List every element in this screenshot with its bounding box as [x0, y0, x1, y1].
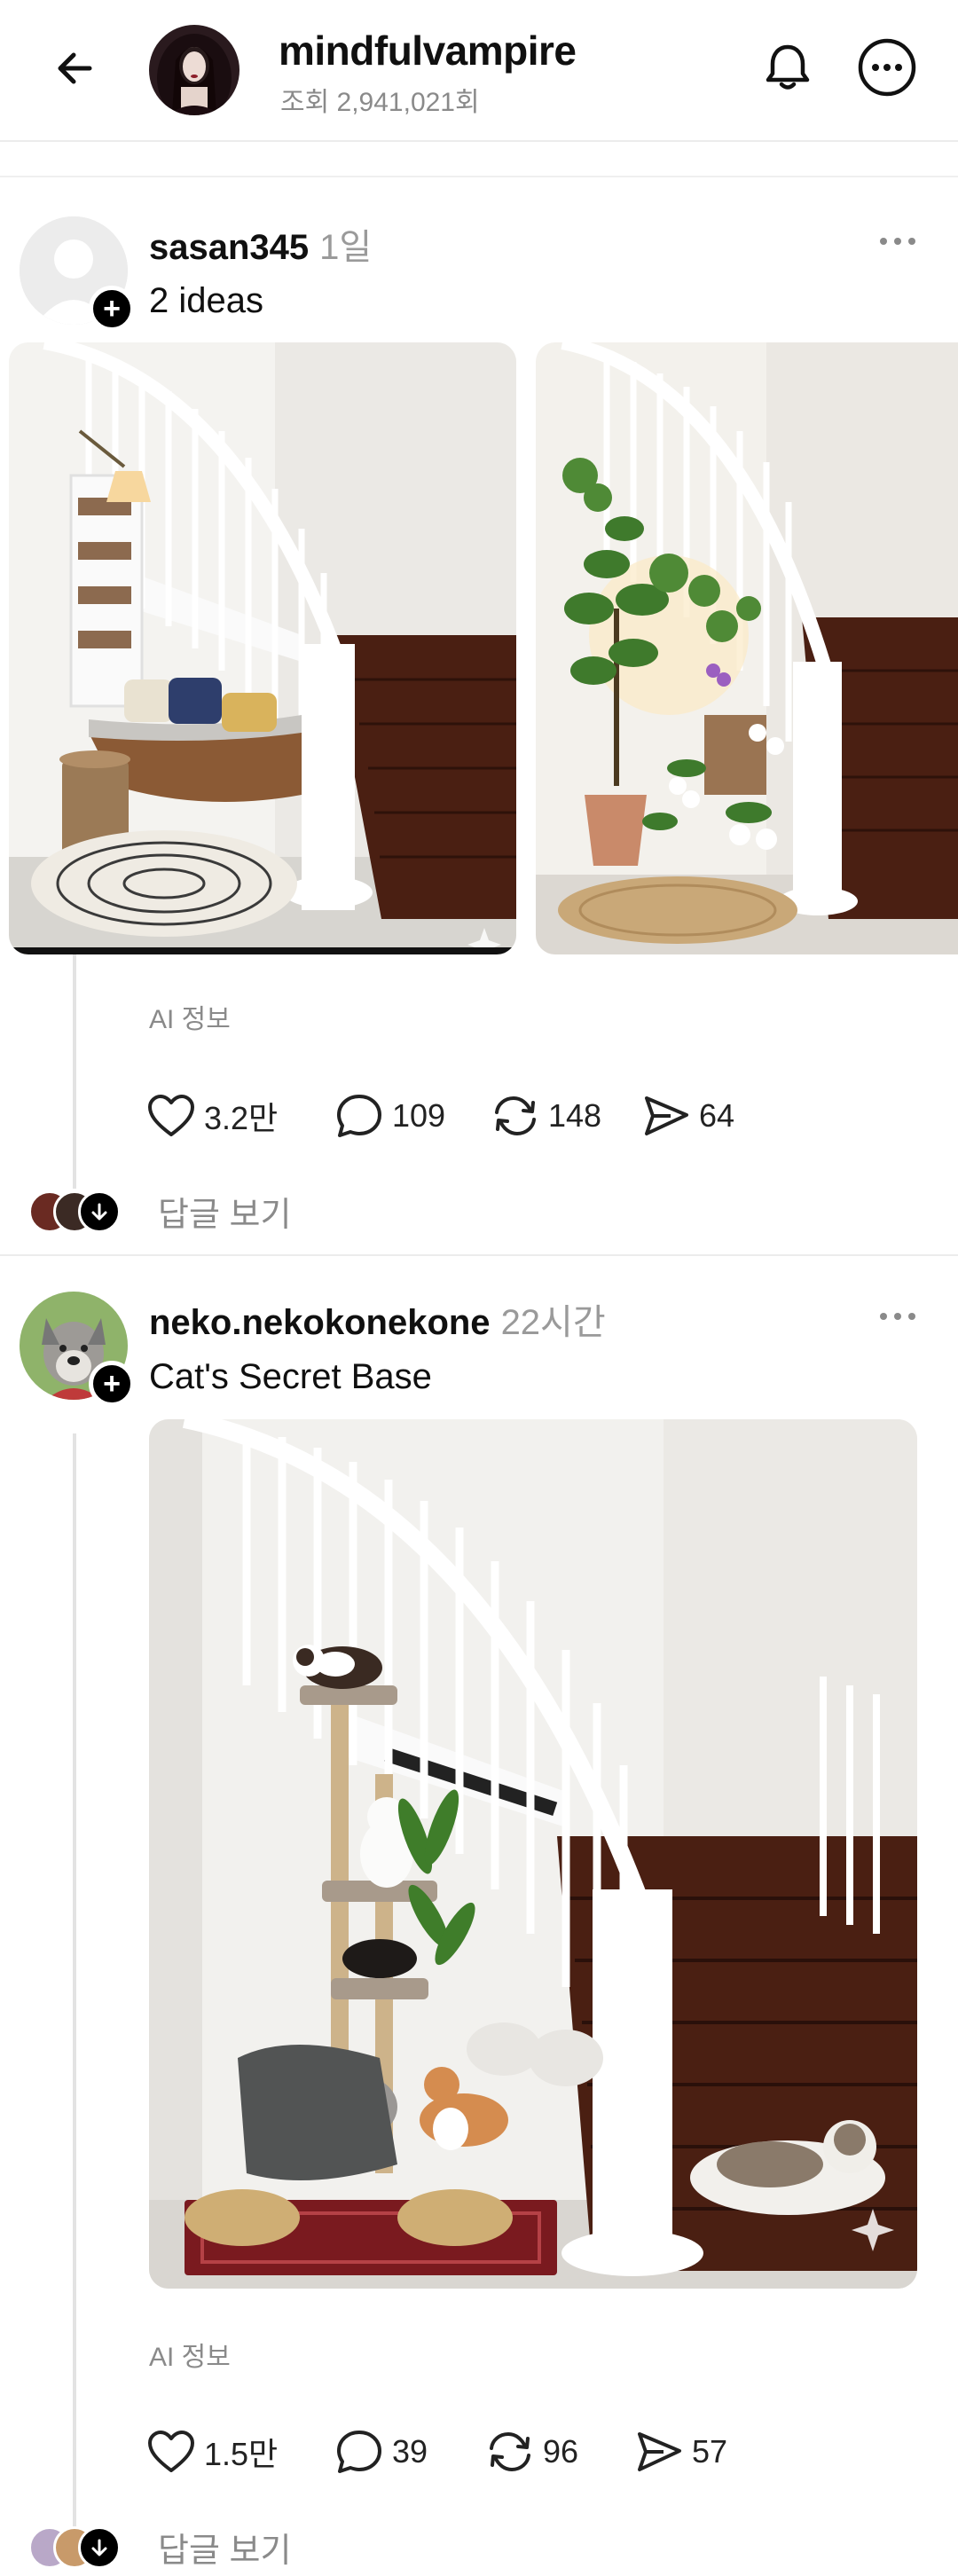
view-replies[interactable]: 답글 보기: [28, 2523, 291, 2572]
view-replies-label[interactable]: 답글 보기: [158, 2523, 291, 2572]
cat-tower-under-stairs-photo: [149, 1419, 917, 2289]
reply-avatars: [28, 2525, 128, 2569]
post-photo[interactable]: [149, 1419, 917, 2289]
chevron-down-icon: [78, 1190, 121, 1233]
follow-plus-button[interactable]: +: [89, 286, 135, 332]
comment-count: 109: [392, 1097, 446, 1134]
post-text: Cat's Secret Base: [149, 1357, 432, 1396]
repost-icon: [495, 1096, 536, 1136]
reply-avatars: [28, 1190, 128, 1233]
post-time: 22시간: [500, 1303, 606, 1342]
share-count: 64: [699, 1097, 735, 1134]
plant-corner-under-stairs-photo: [536, 342, 958, 954]
more-circle-icon: [858, 38, 916, 97]
reading-nook-under-stairs-photo: [9, 342, 516, 954]
comment-icon: [337, 1095, 381, 1137]
ai-info-label[interactable]: AI 정보: [149, 997, 231, 1036]
send-icon: [645, 1096, 688, 1135]
chevron-down-icon: [78, 2525, 121, 2569]
send-icon: [638, 2432, 681, 2471]
like-count: 1.5만: [204, 2436, 279, 2472]
ai-info-label[interactable]: AI 정보: [149, 2335, 231, 2374]
action-bar: 3.2만 109 148 64: [147, 1093, 766, 1139]
post-menu-button[interactable]: [871, 224, 924, 259]
post-username[interactable]: sasan345 1일: [149, 218, 372, 270]
username-text[interactable]: sasan345: [149, 228, 309, 267]
share-count: 57: [692, 2433, 728, 2470]
notification-button[interactable]: [756, 35, 820, 99]
like-count: 3.2만: [204, 1100, 279, 1136]
post-photo[interactable]: [536, 342, 958, 954]
more-options-button[interactable]: [855, 35, 919, 99]
post-photo[interactable]: [9, 342, 516, 954]
heart-icon: [148, 1095, 194, 1136]
back-button[interactable]: [44, 37, 106, 99]
share-button[interactable]: 64: [642, 1094, 766, 1138]
post-username[interactable]: neko.nekokonekone 22시간: [149, 1293, 606, 1345]
action-bar: 1.5만 39 96 57: [147, 2429, 759, 2475]
post-text: 2 ideas: [149, 281, 263, 320]
repost-button[interactable]: 96: [486, 2429, 635, 2475]
bell-icon: [766, 44, 810, 90]
comment-button[interactable]: 109: [335, 1093, 491, 1139]
header-separator: [0, 176, 958, 177]
like-button[interactable]: 1.5만: [147, 2429, 335, 2475]
like-button[interactable]: 3.2만: [147, 1093, 335, 1139]
comment-icon: [337, 2431, 381, 2473]
thread-line: [73, 1433, 76, 2532]
post-menu-button[interactable]: [871, 1299, 924, 1334]
profile-header: mindfulvampire 조회 2,941,021회: [0, 0, 958, 142]
repost-count: 96: [543, 2433, 579, 2470]
comment-count: 39: [392, 2433, 428, 2470]
view-replies-label[interactable]: 답글 보기: [158, 1187, 291, 1236]
follow-plus-button[interactable]: +: [89, 1361, 135, 1407]
comment-button[interactable]: 39: [335, 2429, 486, 2475]
profile-view-count: 조회 2,941,021회: [280, 88, 480, 117]
view-replies[interactable]: 답글 보기: [28, 1187, 291, 1236]
heart-icon: [148, 2431, 194, 2472]
post-divider: [0, 1254, 958, 1256]
thread-line: [73, 954, 76, 1189]
username-text[interactable]: neko.nekokonekone: [149, 1303, 491, 1342]
share-button[interactable]: 57: [635, 2430, 759, 2474]
repost-button[interactable]: 148: [491, 1093, 642, 1139]
post-time: 1일: [319, 228, 373, 267]
repost-count: 148: [548, 1097, 602, 1134]
profile-avatar[interactable]: [149, 25, 240, 115]
repost-icon: [490, 2431, 530, 2472]
arrow-left-icon: [58, 52, 92, 84]
profile-name[interactable]: mindfulvampire: [279, 27, 577, 75]
